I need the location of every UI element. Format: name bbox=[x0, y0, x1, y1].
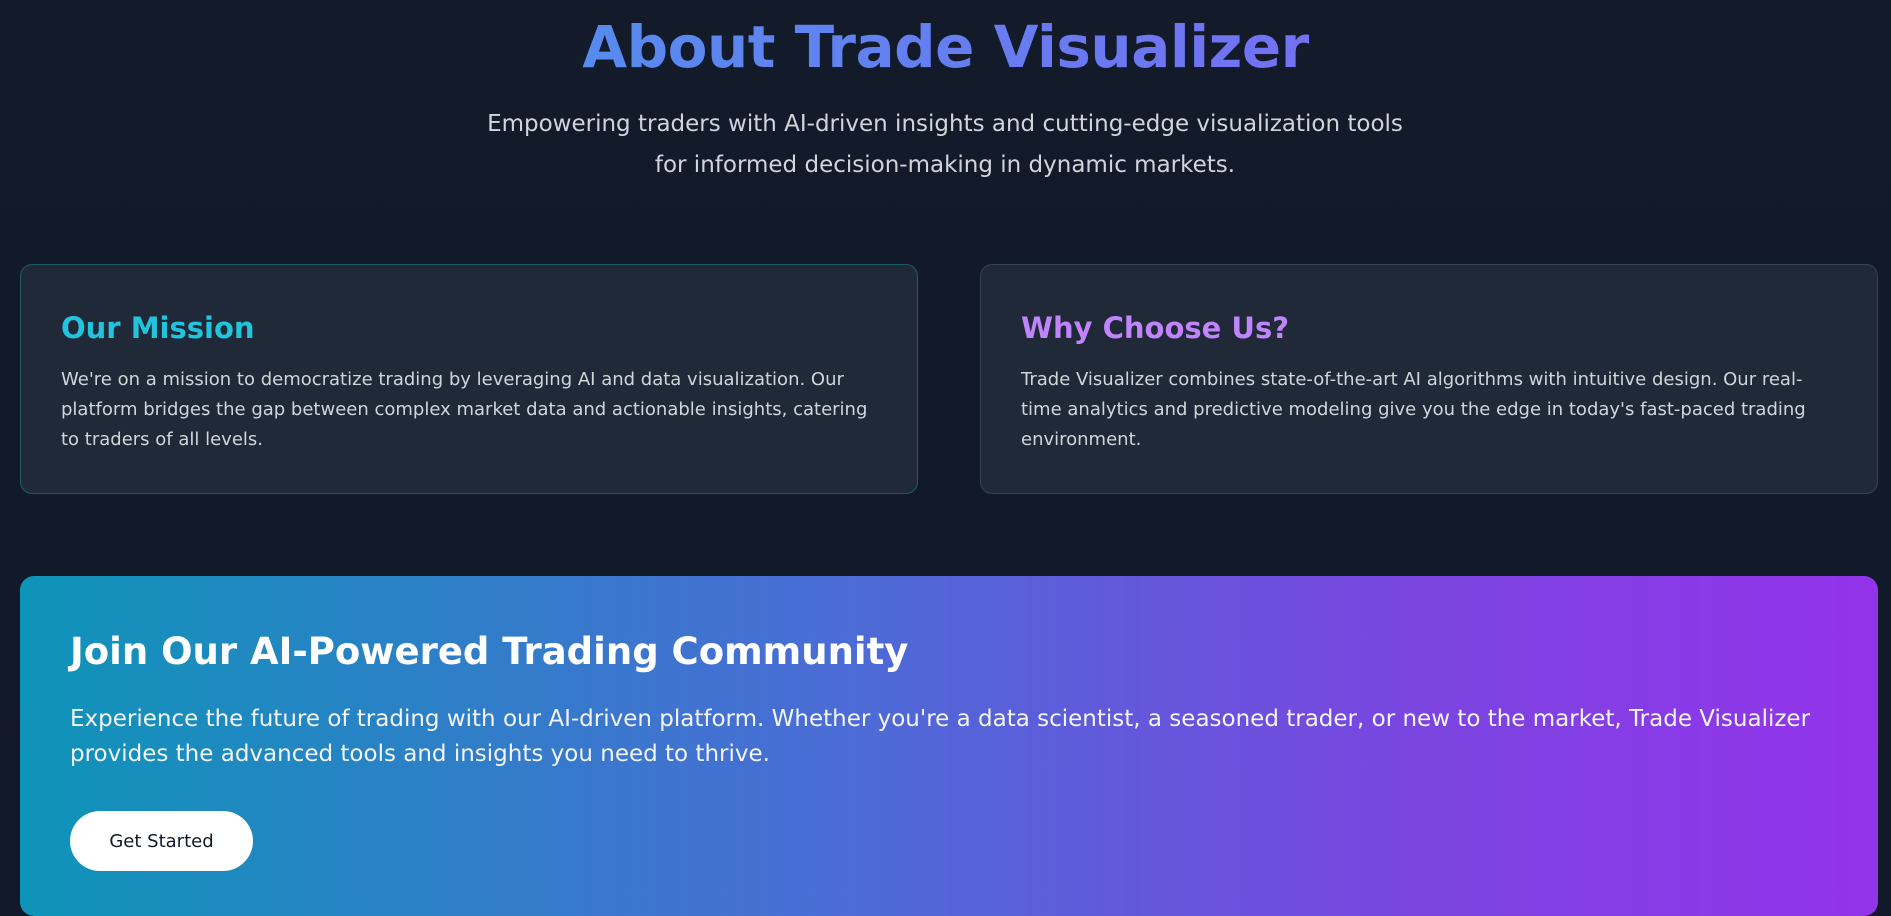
mission-title: Our Mission bbox=[61, 311, 255, 345]
cta-title: Join Our AI-Powered Trading Community bbox=[70, 630, 909, 673]
cta-text: Experience the future of trading with ou… bbox=[70, 706, 1811, 767]
get-started-button[interactable]: Get Started bbox=[70, 811, 253, 871]
page-title: About Trade Visualizer bbox=[0, 8, 1891, 86]
mission-card: Our Mission We're on a mission to democr… bbox=[20, 264, 918, 494]
mission-text: We're on a mission to democratize tradin… bbox=[61, 369, 868, 450]
why-choose-us-title: Why Choose Us? bbox=[1021, 311, 1290, 345]
page-subtitle: Empowering traders with AI-driven insigh… bbox=[487, 111, 1403, 178]
why-choose-us-text: Trade Visualizer combines state-of-the-a… bbox=[1021, 369, 1806, 450]
community-cta-banner: Join Our AI-Powered Trading Community Ex… bbox=[20, 576, 1878, 916]
why-choose-us-card: Why Choose Us? Trade Visualizer combines… bbox=[980, 264, 1878, 494]
about-page: About Trade Visualizer Empowering trader… bbox=[0, 0, 1891, 916]
